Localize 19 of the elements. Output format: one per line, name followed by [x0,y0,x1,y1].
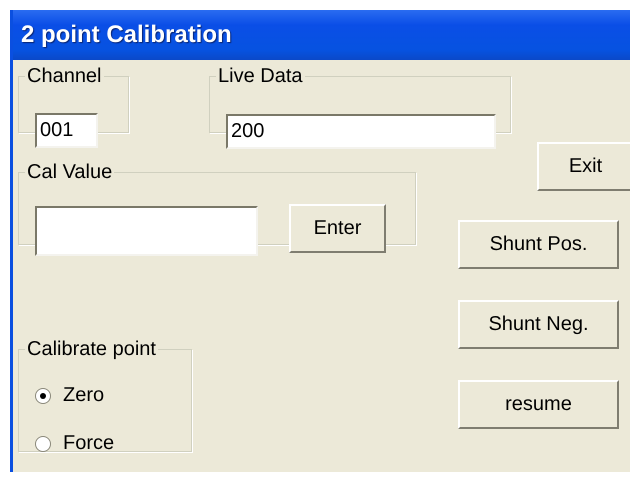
live-data-field[interactable]: 200 [226,114,496,149]
radio-option[interactable]: Zero [35,384,104,407]
window-title: 2 point Calibration [21,21,232,49]
radio-option[interactable]: Force [35,432,114,455]
channel-field[interactable]: 001 [35,113,98,148]
enter-button[interactable]: Enter [289,204,386,253]
radio-button[interactable] [35,388,51,404]
radio-label: Force [63,432,114,455]
dialog-button[interactable]: Shunt Pos. [458,220,619,269]
dialog-button[interactable]: resume [458,380,619,429]
radio-button[interactable] [35,436,51,452]
dialog-button[interactable]: Exit [537,142,630,191]
radio-label: Zero [63,384,104,407]
group-label: Live Data [217,65,304,87]
cal-value-field[interactable] [35,206,258,256]
dialog-button[interactable]: Shunt Neg. [458,300,619,349]
group-label: Calibrate point [26,338,157,360]
group-label: Cal Value [26,161,114,183]
group-label: Channel [26,65,103,87]
